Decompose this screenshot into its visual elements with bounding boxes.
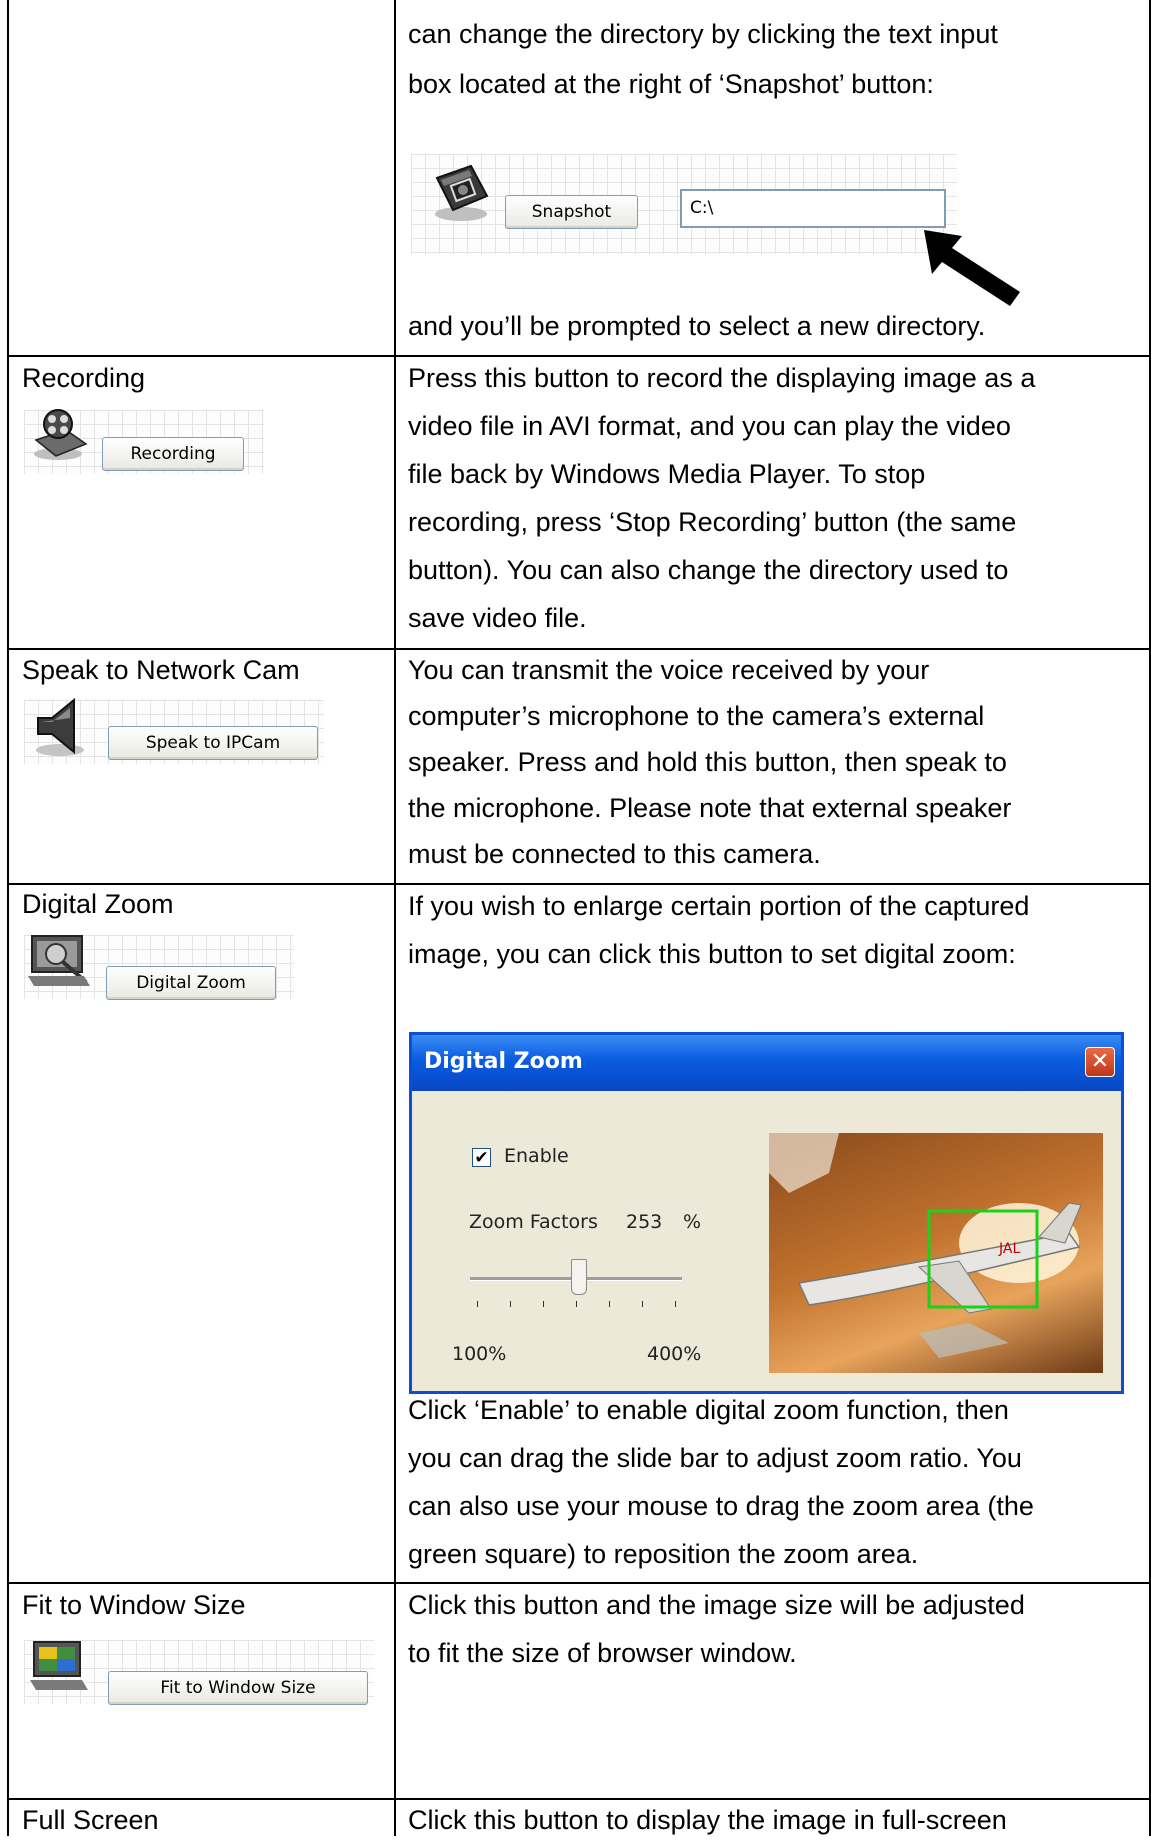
recording-description-line: save video file. [408, 603, 587, 633]
speak-description-line: You can transmit the voice received by y… [408, 655, 930, 685]
row-divider [7, 1582, 1151, 1584]
table-border-middle [394, 0, 396, 1836]
zoom-after-line: Click ‘Enable’ to enable digital zoom fu… [408, 1395, 1009, 1425]
slider-tick [510, 1301, 511, 1307]
airplane-tail-text: JAL [998, 1241, 1020, 1257]
zoom-factor-unit: % [683, 1211, 702, 1233]
slider-tick [576, 1301, 577, 1307]
recording-title: Recording [22, 363, 146, 393]
monitor-magnifier-icon [28, 932, 94, 992]
zoom-description-line: image, you can click this button to set … [408, 939, 1016, 969]
snapshot-description-line: box located at the right of ‘Snapshot’ b… [408, 69, 934, 99]
speak-description-line: speaker. Press and hold this button, the… [408, 747, 1007, 777]
recording-description-line: Press this button to record the displayi… [408, 363, 1036, 393]
close-icon[interactable]: ✕ [1085, 1047, 1115, 1077]
full-screen-title: Full Screen [22, 1805, 159, 1835]
full-screen-description-line: Click this button to display the image i… [408, 1805, 1007, 1835]
dialog-titlebar: Digital Zoom ✕ [412, 1035, 1121, 1091]
zoom-preview-image: JAL [769, 1133, 1103, 1373]
zoom-factors-label: Zoom Factors [469, 1211, 598, 1233]
slider-tick [675, 1301, 676, 1307]
fit-to-window-size-button[interactable]: Fit to Window Size [108, 1671, 368, 1705]
recording-description-line: button). You can also change the directo… [408, 555, 1009, 585]
fit-title: Fit to Window Size [22, 1590, 246, 1620]
speak-to-ipcam-button[interactable]: Speak to IPCam [108, 726, 318, 760]
row-divider [7, 355, 1151, 357]
zoom-max-label: 400% [647, 1343, 702, 1365]
snapshot-button[interactable]: Snapshot [505, 195, 638, 229]
video-camera-icon [30, 404, 90, 464]
zoom-min-label: 100% [452, 1343, 507, 1365]
speak-description-line: the microphone. Please note that externa… [408, 793, 1012, 823]
recording-description-line: video file in AVI format, and you can pl… [408, 411, 1011, 441]
row-divider [7, 883, 1151, 885]
speaker-icon [30, 694, 96, 760]
monitor-fit-icon [30, 1638, 90, 1694]
slider-thumb[interactable] [570, 1259, 587, 1295]
snapshot-path-input[interactable]: C:\ [680, 189, 946, 228]
zoom-description-line: If you wish to enlarge certain portion o… [408, 891, 1030, 921]
recording-button[interactable]: Recording [102, 437, 244, 471]
zoom-after-line: can also use your mouse to drag the zoom… [408, 1491, 1034, 1521]
zoom-title: Digital Zoom [22, 889, 174, 919]
recording-description-line: file back by Windows Media Player. To st… [408, 459, 926, 489]
slider-tick [477, 1301, 478, 1307]
slider-tick [543, 1301, 544, 1307]
zoom-factor-value: 253 [626, 1211, 663, 1233]
speak-description-line: must be connected to this camera. [408, 839, 821, 869]
zoom-after-line: you can drag the slide bar to adjust zoo… [408, 1443, 1022, 1473]
enable-label: Enable [504, 1145, 569, 1167]
speak-description-line: computer’s microphone to the camera’s ex… [408, 701, 985, 731]
speak-title: Speak to Network Cam [22, 655, 300, 685]
digital-zoom-dialog: Digital Zoom ✕ ✔ Enable Zoom Factors 253… [409, 1032, 1124, 1394]
zoom-slider[interactable] [470, 1257, 682, 1317]
checkmark-icon: ✔ [474, 1148, 489, 1167]
table-border-left [7, 0, 9, 1836]
slider-tick [609, 1301, 610, 1307]
recording-description-line: recording, press ‘Stop Recording’ button… [408, 507, 1017, 537]
enable-checkbox[interactable]: ✔ [472, 1148, 491, 1167]
fit-description-line: Click this button and the image size wil… [408, 1590, 1025, 1620]
snapshot-description-line: can change the directory by clicking the… [408, 19, 998, 49]
snapshot-path-value: C:\ [690, 198, 714, 218]
camera-icon [427, 158, 497, 228]
zoom-after-line: green square) to reposition the zoom are… [408, 1539, 919, 1569]
fit-description-line: to fit the size of browser window. [408, 1638, 797, 1668]
dialog-title: Digital Zoom [424, 1049, 583, 1074]
digital-zoom-button[interactable]: Digital Zoom [106, 966, 276, 1000]
snapshot-description-line: and you’ll be prompted to select a new d… [408, 311, 986, 341]
arrow-pointer-icon [922, 226, 1022, 308]
airplane-model-image: JAL [769, 1133, 1082, 1358]
slider-tick [642, 1301, 643, 1307]
